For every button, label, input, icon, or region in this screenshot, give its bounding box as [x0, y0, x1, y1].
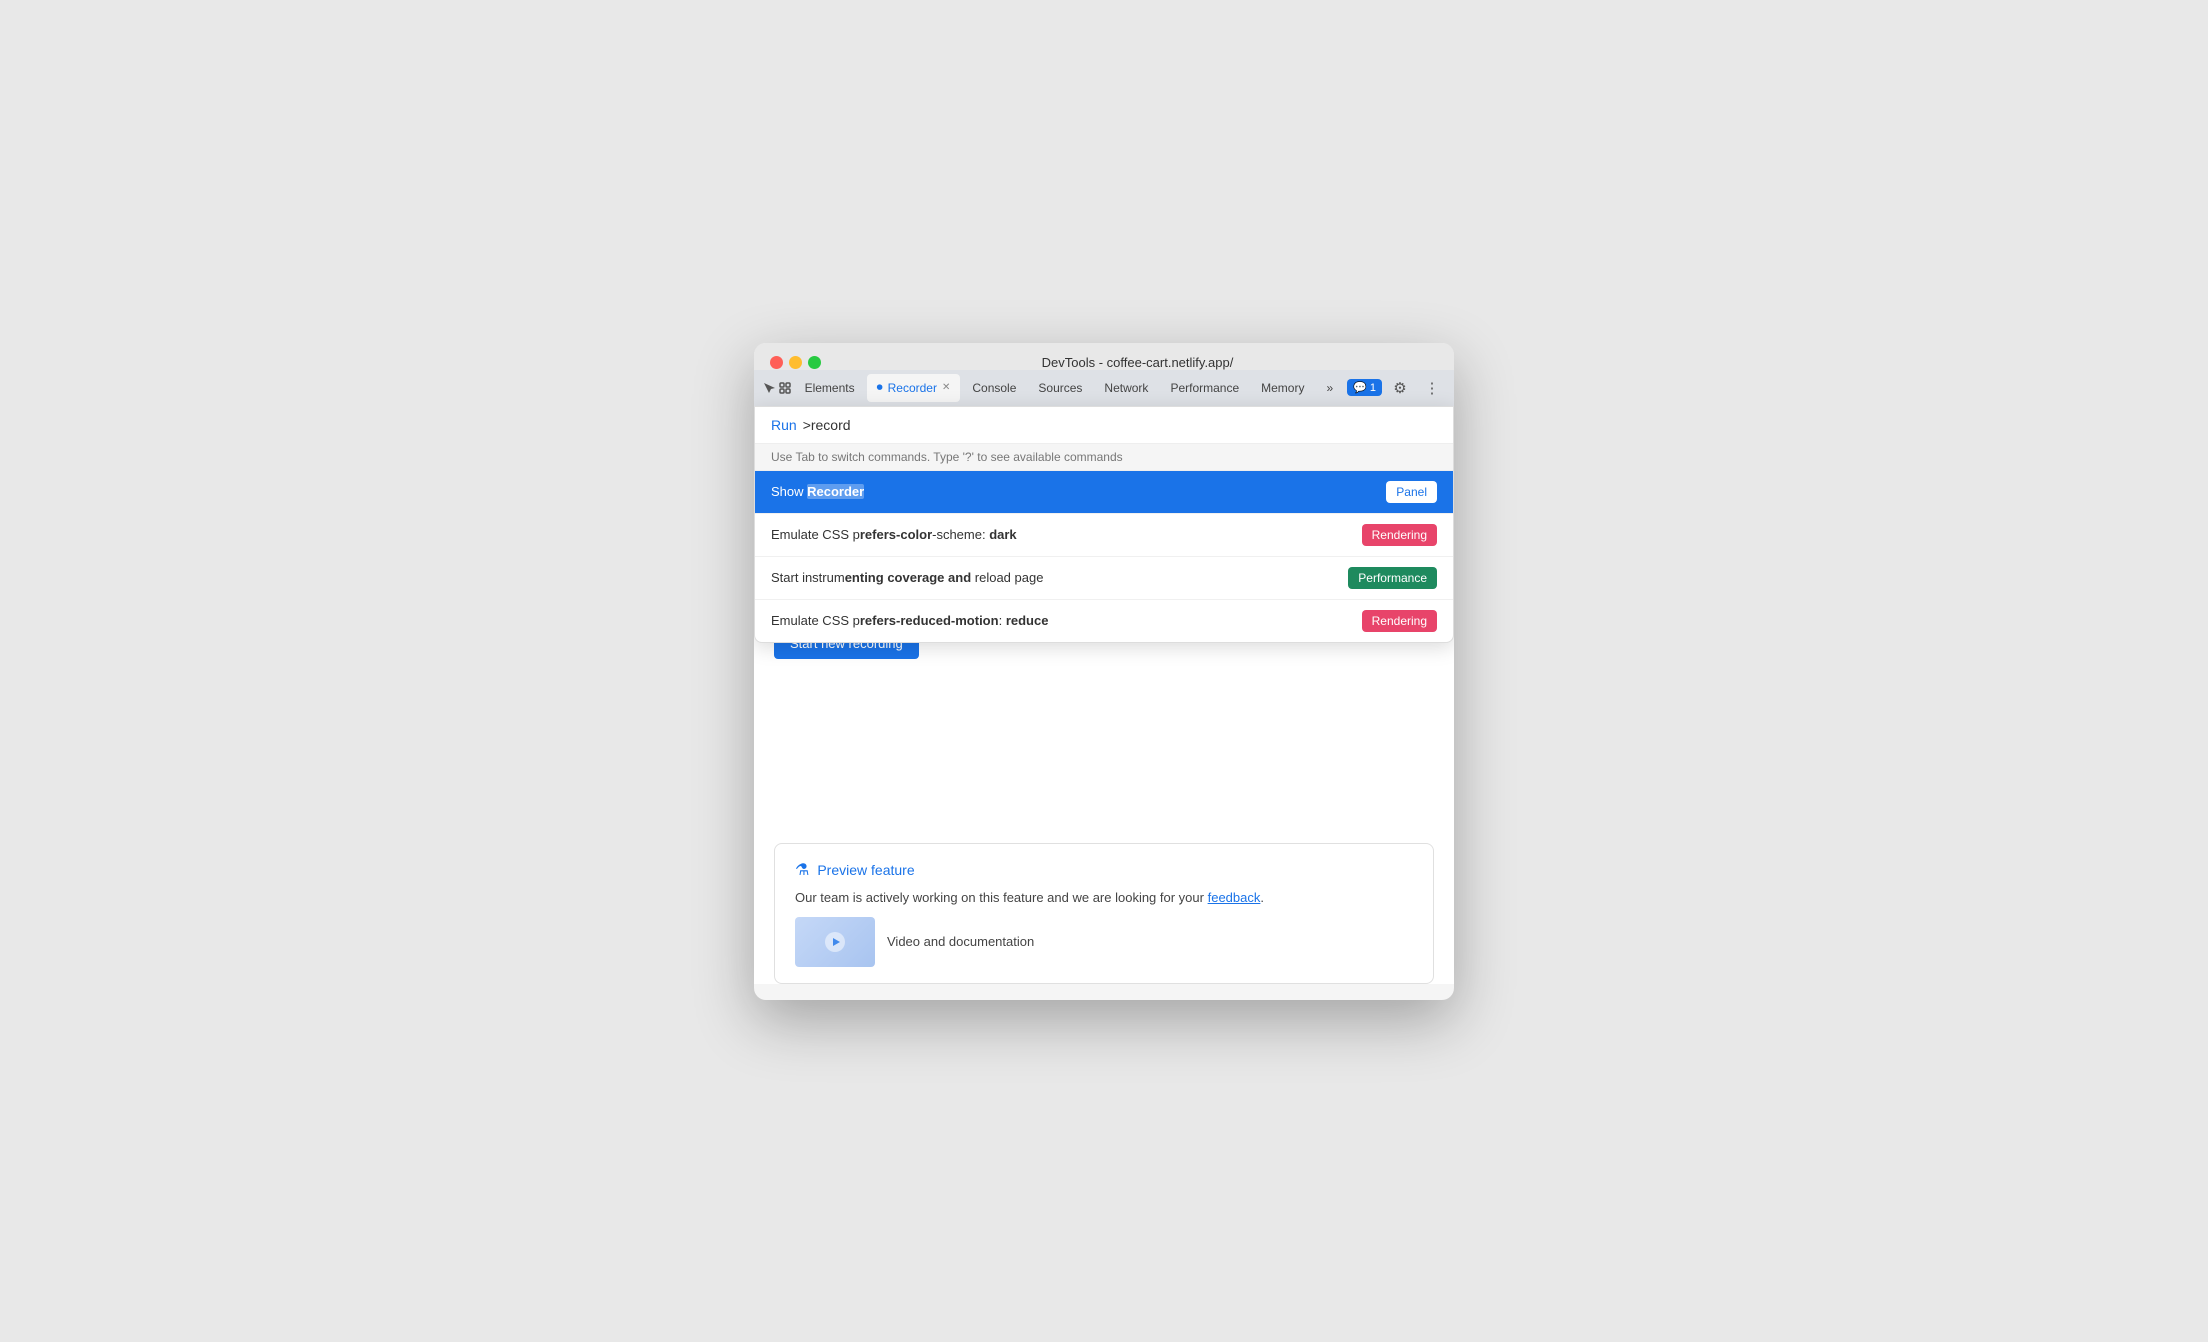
tab-elements[interactable]: Elements [795, 374, 865, 402]
tab-network[interactable]: Network [1094, 374, 1158, 402]
tab-recorder-label: Recorder [888, 381, 937, 395]
command-item-instrument-coverage[interactable]: Start instrumenting coverage and reload … [755, 557, 1453, 600]
feedback-count: 1 [1370, 382, 1376, 394]
feedback-icon: 💬 [1353, 381, 1367, 394]
window-title: DevTools - coffee-cart.netlify.app/ [837, 355, 1438, 370]
video-label: Video and documentation [887, 934, 1034, 949]
close-button[interactable] [770, 356, 783, 369]
traffic-lights [770, 356, 821, 369]
feedback-button[interactable]: 💬 1 [1347, 379, 1382, 396]
preview-icon: ⚗ [795, 860, 809, 880]
video-thumbnail [795, 917, 875, 967]
tab-performance-label: Performance [1170, 381, 1239, 395]
content-area: + No recordings Send feedback Measure pe… [754, 406, 1454, 984]
inspect-icon[interactable] [778, 374, 792, 402]
command-items: Show Recorder Panel Emulate CSS prefers-… [755, 471, 1453, 642]
titlebar: DevTools - coffee-cart.netlify.app/ [754, 343, 1454, 370]
minimize-button[interactable] [789, 356, 802, 369]
maximize-button[interactable] [808, 356, 821, 369]
cursor-icon[interactable] [762, 374, 776, 402]
tabbar-right: 💬 1 ⚙ ⋮ [1347, 374, 1446, 402]
tab-sources[interactable]: Sources [1028, 374, 1092, 402]
tab-performance[interactable]: Performance [1160, 374, 1249, 402]
feedback-link[interactable]: feedback [1208, 890, 1261, 905]
preview-feature-box: ⚗ Preview feature Our team is actively w… [774, 843, 1434, 984]
command-hint: Use Tab to switch commands. Type '?' to … [755, 444, 1453, 471]
command-item-show-recorder-badge: Panel [1386, 481, 1437, 503]
preview-title: Preview feature [817, 862, 914, 878]
command-item-instrument-badge: Performance [1348, 567, 1437, 589]
command-item-emulate-dark[interactable]: Emulate CSS prefers-color-scheme: dark R… [755, 514, 1453, 557]
command-item-emulate-dark-text: Emulate CSS prefers-color-scheme: dark [771, 527, 1017, 542]
settings-icon[interactable]: ⚙ [1386, 374, 1414, 402]
tab-memory[interactable]: Memory [1251, 374, 1314, 402]
preview-video-row: Video and documentation [795, 917, 1413, 967]
more-options-icon[interactable]: ⋮ [1418, 374, 1446, 402]
tab-memory-label: Memory [1261, 381, 1304, 395]
tab-more[interactable]: » [1316, 374, 1343, 402]
command-item-emulate-reduced-badge: Rendering [1362, 610, 1437, 632]
preview-header: ⚗ Preview feature [795, 860, 1413, 880]
command-item-show-recorder-text: Show Recorder [771, 484, 864, 499]
command-item-show-recorder[interactable]: Show Recorder Panel [755, 471, 1453, 514]
tab-network-label: Network [1104, 381, 1148, 395]
command-item-emulate-dark-badge: Rendering [1362, 524, 1437, 546]
devtools-window: DevTools - coffee-cart.netlify.app/ Elem… [754, 343, 1454, 1000]
tab-console-label: Console [972, 381, 1016, 395]
command-palette: Run Use Tab to switch commands. Type '?'… [754, 406, 1454, 643]
tab-sources-label: Sources [1038, 381, 1082, 395]
more-tabs-icon: » [1326, 381, 1333, 395]
command-item-emulate-reduced[interactable]: Emulate CSS prefers-reduced-motion: redu… [755, 600, 1453, 642]
tab-recorder[interactable]: ⏺ Recorder ✕ [867, 374, 961, 402]
tab-console[interactable]: Console [962, 374, 1026, 402]
tab-elements-label: Elements [805, 381, 855, 395]
command-input[interactable] [803, 417, 1437, 433]
tab-close-icon[interactable]: ✕ [942, 382, 950, 393]
preview-description: Our team is actively working on this fea… [795, 890, 1413, 905]
recorder-icon: ⏺ [877, 380, 883, 395]
command-item-instrument-text: Start instrumenting coverage and reload … [771, 570, 1043, 585]
run-label: Run [771, 417, 797, 433]
command-input-row: Run [755, 407, 1453, 444]
command-item-emulate-reduced-text: Emulate CSS prefers-reduced-motion: redu… [771, 613, 1048, 628]
tabbar: Elements ⏺ Recorder ✕ Console Sources Ne… [754, 370, 1454, 406]
